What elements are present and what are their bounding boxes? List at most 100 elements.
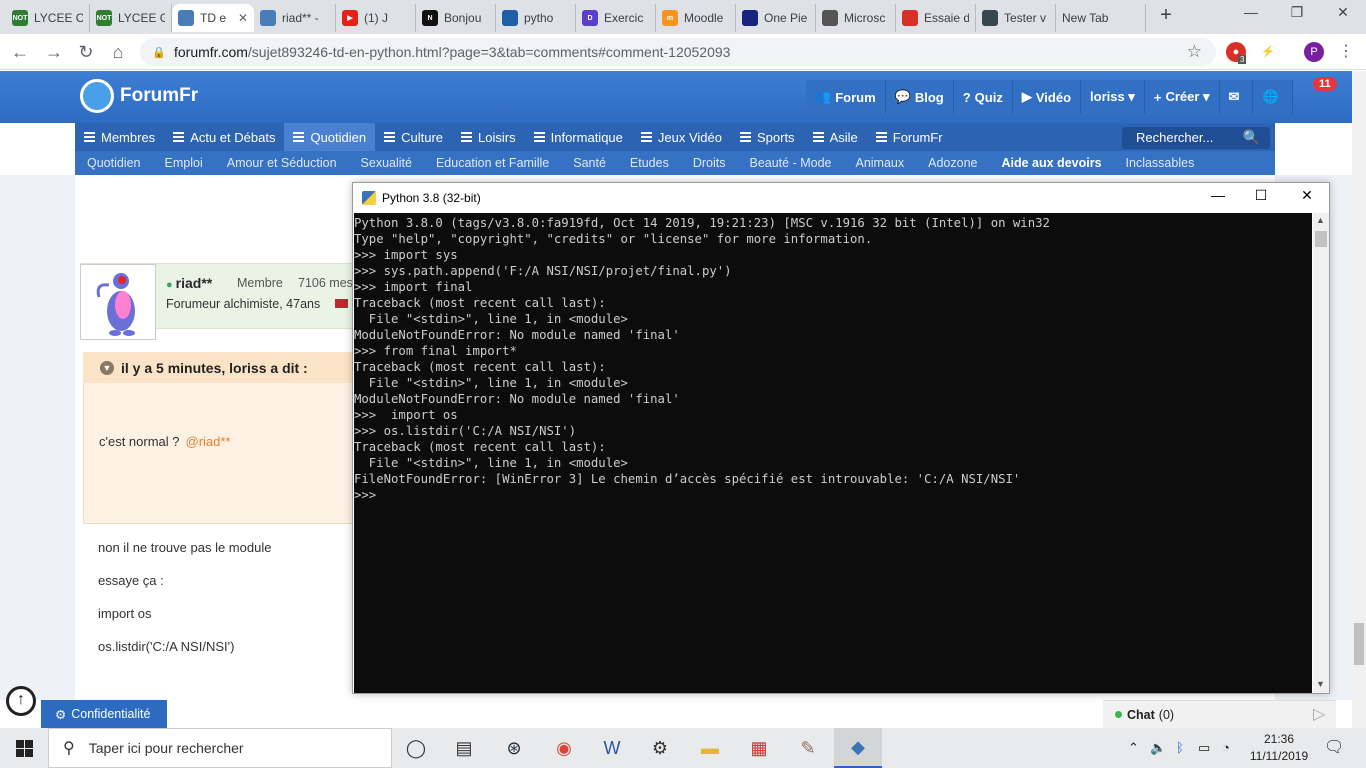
browser-tab[interactable]: Microsc — [816, 4, 896, 32]
subcategory-item[interactable]: Etudes — [618, 151, 681, 175]
category-item[interactable]: Informatique — [525, 123, 632, 151]
notification-center-icon[interactable]: 🗨 — [1324, 737, 1344, 757]
topnav-item[interactable]: + Créer ▾ — [1144, 80, 1220, 114]
close-tab-icon[interactable]: ✕ — [238, 11, 248, 25]
topnav-item[interactable]: ✉ — [1219, 80, 1254, 114]
clock[interactable]: 21:36 11/11/2019 — [1248, 731, 1310, 765]
mention-link[interactable]: @riad** — [186, 434, 231, 449]
topnav-item[interactable]: ? Quiz — [953, 80, 1013, 114]
timeline-icon[interactable]: ▤ — [440, 728, 488, 768]
topnav-item[interactable]: ▶ Vidéo — [1012, 80, 1082, 114]
category-item[interactable]: ForumFr — [867, 123, 952, 151]
author-name[interactable]: ● riad** — [166, 275, 212, 291]
python-console-scrollbar[interactable]: ▲ ▼ — [1313, 213, 1329, 693]
browser-tab[interactable]: One Pie — [736, 4, 816, 32]
extension-2-icon[interactable]: ⚡ — [1258, 42, 1278, 62]
avatar[interactable] — [80, 264, 156, 340]
back-button[interactable]: ← — [8, 40, 32, 64]
search-icon[interactable]: 🔍 — [1243, 129, 1260, 146]
browser-tab[interactable]: ▶ (1) J — [336, 4, 416, 32]
topnav-item[interactable]: 🌐 — [1253, 80, 1293, 114]
subcategory-item[interactable]: Adozone — [916, 151, 989, 175]
python-maximize-button[interactable]: ☐ — [1246, 187, 1276, 204]
subcategory-item[interactable]: Animaux — [843, 151, 916, 175]
browser-tab[interactable]: NOT LYCEE C — [6, 4, 90, 32]
browser-tab[interactable]: N Bonjou — [416, 4, 496, 32]
python-minimize-button[interactable]: — — [1203, 187, 1233, 203]
category-item[interactable]: Actu et Débats — [164, 123, 284, 151]
page-scrollbar[interactable] — [1352, 71, 1366, 728]
back-to-top-icon[interactable]: ↑ — [6, 686, 36, 716]
subcategory-item[interactable]: Beauté - Mode — [737, 151, 843, 175]
chevron-down-icon[interactable]: ▼ — [100, 361, 114, 375]
battery-icon[interactable]: ▭ — [1198, 740, 1210, 756]
minimize-window-button[interactable]: — — [1236, 4, 1266, 20]
settings-icon[interactable]: ⚙ — [636, 728, 684, 768]
forumfr-logo[interactable]: ForumFr — [80, 79, 198, 113]
topnav-item[interactable]: 💬 Blog — [885, 80, 954, 114]
chevron-right-icon[interactable]: ▷ — [1313, 704, 1325, 724]
subcategory-item[interactable]: Droits — [681, 151, 738, 175]
subcategory-item[interactable]: Aide aux devoirs — [989, 151, 1113, 175]
browser-tab[interactable]: pytho — [496, 4, 576, 32]
address-bar[interactable]: 🔒 forumfr.com/sujet893246-td-en-python.h… — [140, 38, 1216, 66]
bluetooth-icon[interactable]: ᛒ — [1176, 740, 1184, 755]
steam-icon[interactable]: ⊛ — [490, 728, 538, 768]
subcategory-item[interactable]: Sexualité — [349, 151, 424, 175]
browser-tab[interactable]: m Moodle — [656, 4, 736, 32]
volume-icon[interactable]: 🔈 — [1150, 740, 1166, 756]
store-icon[interactable]: ▦ — [735, 728, 783, 768]
start-button[interactable] — [0, 728, 48, 768]
home-button[interactable]: ⌂ — [106, 40, 130, 64]
close-window-button[interactable]: ✕ — [1328, 4, 1358, 21]
category-item[interactable]: Membres — [75, 123, 164, 151]
show-hidden-icons-icon[interactable]: ⌃ — [1128, 740, 1139, 756]
category-item[interactable]: Quotidien — [284, 123, 376, 151]
browser-tab[interactable]: New Tab — [1056, 4, 1146, 32]
browser-tab[interactable]: riad** - — [254, 4, 336, 32]
forward-button[interactable]: → — [42, 40, 66, 64]
subcategory-item[interactable]: Santé — [561, 151, 618, 175]
scroll-down-icon[interactable]: ▼ — [1316, 679, 1325, 689]
category-item[interactable]: Asile — [804, 123, 867, 151]
subcategory-item[interactable]: Quotidien — [75, 151, 153, 175]
chat-bar[interactable]: Chat (0) — [1103, 700, 1336, 728]
python-close-button[interactable]: ✕ — [1292, 187, 1322, 204]
category-item[interactable]: Culture — [375, 123, 452, 151]
privacy-button[interactable]: ⚙ Confidentialité — [41, 700, 167, 728]
python-taskbar-icon[interactable]: ◆ — [834, 728, 882, 768]
category-item[interactable]: Jeux Vidéo — [632, 123, 731, 151]
topnav-item[interactable]: 👥 Forum — [806, 80, 886, 114]
file-explorer-icon[interactable]: ▬ — [686, 728, 734, 768]
category-item[interactable]: Loisirs — [452, 123, 525, 151]
subcategory-item[interactable]: Emploi — [153, 151, 215, 175]
subcategory-item[interactable]: Education et Famille — [424, 151, 561, 175]
chrome-icon[interactable]: ◉ — [540, 728, 588, 768]
python-window-titlebar[interactable]: Python 3.8 (32-bit) — ☐ ✕ — [353, 183, 1329, 213]
page-scrollbar-thumb[interactable] — [1354, 623, 1364, 665]
bookmark-star-icon[interactable]: ☆ — [1187, 42, 1202, 62]
category-item[interactable]: Sports — [731, 123, 804, 151]
site-search-input[interactable]: Rechercher... 🔍 — [1122, 127, 1270, 149]
browser-tab[interactable]: TD e ✕ — [172, 4, 254, 32]
browser-tab[interactable]: NOT LYCEE G — [90, 4, 172, 32]
task-view-icon[interactable]: ◯ — [392, 728, 440, 768]
reload-button[interactable]: ↻ — [74, 40, 98, 64]
scroll-up-icon[interactable]: ▲ — [1316, 215, 1325, 225]
browser-tab[interactable]: Tester v — [976, 4, 1056, 32]
taskbar-search-input[interactable]: ⚲ Taper ici pour rechercher — [48, 728, 392, 768]
profile-avatar[interactable]: P — [1304, 42, 1324, 62]
scrollbar-thumb[interactable] — [1315, 231, 1327, 247]
browser-tab[interactable]: Essaie d — [896, 4, 976, 32]
restore-window-button[interactable]: ❐ — [1282, 4, 1312, 21]
python-console-output[interactable]: Python 3.8.0 (tags/v3.8.0:fa919fd, Oct 1… — [354, 213, 1312, 693]
browser-tab[interactable]: D Exercic — [576, 4, 656, 32]
chrome-menu-icon[interactable]: ⋮ — [1336, 42, 1356, 62]
python-console-window[interactable]: Python 3.8 (32-bit) — ☐ ✕ Python 3.8.0 (… — [352, 182, 1330, 694]
subcategory-item[interactable]: Inclassables — [1114, 151, 1207, 175]
word-icon[interactable]: W — [588, 728, 636, 768]
wifi-icon[interactable]: ◔ — [1222, 740, 1230, 755]
paint-icon[interactable]: ✎ — [784, 728, 832, 768]
subcategory-item[interactable]: Amour et Séduction — [215, 151, 349, 175]
new-tab-button[interactable]: + — [1156, 5, 1176, 26]
